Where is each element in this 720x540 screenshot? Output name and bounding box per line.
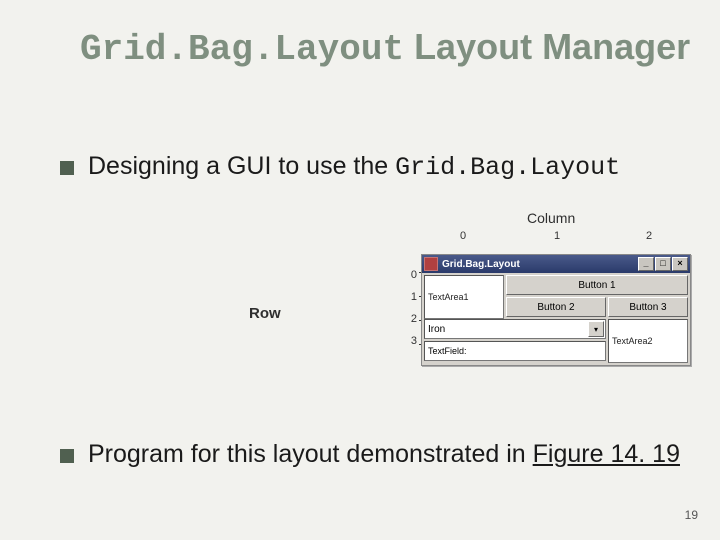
figure-link[interactable]: Figure 14. 19 [533, 440, 680, 468]
spacer-col2-row3 [608, 341, 688, 361]
slide-title: Grid.Bag.Layout Layout Manager [80, 24, 690, 72]
row-label: Row [249, 305, 281, 322]
grid-area: TextArea1 Button 1 Button 2 Butto [424, 275, 688, 361]
combobox-selected: Iron [428, 324, 445, 335]
bullet-list: Designing a GUI to use the Grid.Bag.Layo… [60, 150, 660, 191]
grid-row-3: TextField: [424, 341, 688, 361]
row-index-3: 3 [403, 330, 417, 352]
column-label: Column [527, 210, 575, 226]
title-code: Grid.Bag.Layout [80, 29, 404, 70]
textfield[interactable]: TextField: [424, 341, 606, 361]
close-button[interactable]: × [672, 257, 688, 271]
bullet-2-pre: Program for this layout demonstrated in [88, 440, 533, 468]
app-icon [424, 257, 438, 271]
demo-window: Grid.Bag.Layout _ □ × TextArea1 Button [421, 254, 691, 366]
maximize-button[interactable]: □ [655, 257, 671, 271]
bullet-2-wrap: Program for this layout demonstrated in … [60, 438, 700, 478]
bullet-1-text: Designing a GUI to use the Grid.Bag.Layo… [88, 150, 660, 185]
window-buttons: _ □ × [638, 257, 688, 271]
col-index-1: 1 [505, 230, 609, 242]
column-indices: 0 1 2 [421, 230, 689, 242]
col-index-2: 2 [609, 230, 689, 242]
bullet-1-code: Grid.Bag.Layout [395, 153, 620, 182]
grid-row-1: Button 2 Button 3 [424, 297, 688, 317]
bullet-1: Designing a GUI to use the Grid.Bag.Layo… [60, 150, 660, 185]
button1-label: Button 1 [578, 280, 615, 291]
col-index-0: 0 [421, 230, 505, 242]
button3[interactable]: Button 3 [608, 297, 688, 317]
button1[interactable]: Button 1 [506, 275, 688, 295]
bullet-icon [60, 449, 74, 463]
bullet-1-pre: Designing a GUI to use the [88, 152, 395, 180]
row-index-1: 1 [403, 286, 417, 308]
slide: Grid.Bag.Layout Layout Manager Designing… [0, 0, 720, 540]
window-client: TextArea1 Button 1 Button 2 Butto [422, 273, 690, 365]
textfield-label: TextField: [428, 346, 467, 356]
bullet-icon [60, 161, 74, 175]
title-rest: Layout Manager [404, 26, 690, 67]
grid-row-0: TextArea1 Button 1 [424, 275, 688, 295]
window-titlebar[interactable]: Grid.Bag.Layout _ □ × [422, 255, 690, 273]
combobox[interactable]: Iron ▾ [424, 319, 606, 339]
row-index-0: 0 [403, 264, 417, 286]
row-indices: 0 1 2 3 [403, 264, 417, 352]
window-title: Grid.Bag.Layout [442, 259, 638, 270]
button2-label: Button 2 [537, 302, 574, 313]
minimize-button[interactable]: _ [638, 257, 654, 271]
button3-label: Button 3 [629, 302, 666, 313]
row-index-2: 2 [403, 308, 417, 330]
bullet-2: Program for this layout demonstrated in … [60, 438, 700, 472]
spacer-col0-row1 [424, 297, 504, 317]
page-number: 19 [685, 508, 698, 522]
button2[interactable]: Button 2 [506, 297, 606, 317]
chevron-down-icon[interactable]: ▾ [588, 321, 604, 337]
bullet-2-text: Program for this layout demonstrated in … [88, 438, 700, 472]
grid-row-2: Iron ▾ TextArea2 [424, 319, 688, 339]
